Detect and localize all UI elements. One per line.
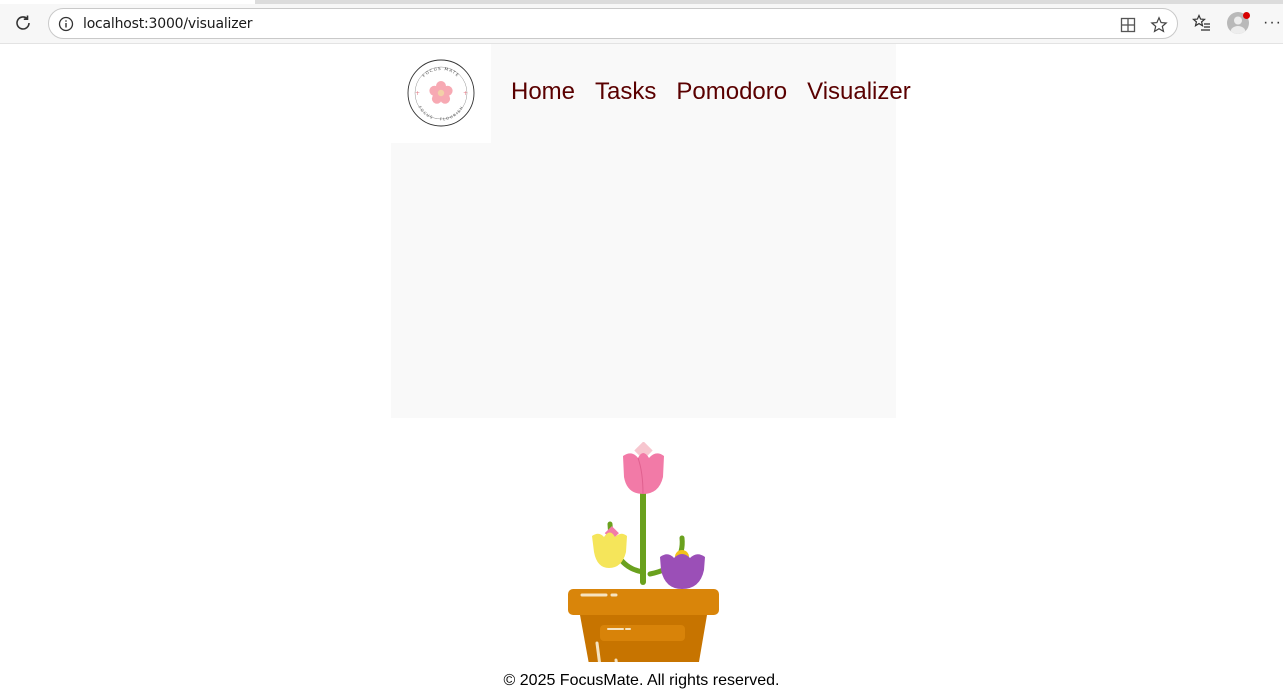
nav-pomodoro[interactable]: Pomodoro bbox=[676, 78, 787, 106]
yellow-tulip bbox=[592, 526, 627, 568]
svg-text:+: + bbox=[415, 90, 420, 97]
reload-icon[interactable] bbox=[13, 13, 33, 33]
app-icon[interactable] bbox=[1119, 16, 1137, 34]
nav-tasks[interactable]: Tasks bbox=[595, 78, 656, 106]
url-text[interactable]: localhost:3000/visualizer bbox=[83, 16, 253, 32]
logo-container[interactable]: FOCUS MATE FOCUS · FLOURISH + + bbox=[391, 44, 491, 143]
nav-visualizer[interactable]: Visualizer bbox=[807, 78, 911, 106]
star-icon[interactable] bbox=[1150, 16, 1168, 34]
focusmate-logo[interactable]: FOCUS MATE FOCUS · FLOURISH + + bbox=[406, 58, 476, 128]
info-icon[interactable] bbox=[58, 16, 74, 32]
footer-copyright: © 2025 FocusMate. All rights reserved. bbox=[503, 672, 780, 689]
favorites-icon[interactable] bbox=[1192, 13, 1212, 33]
address-bar[interactable]: localhost:3000/visualizer bbox=[48, 8, 1178, 39]
page: FOCUS MATE FOCUS · FLOURISH + + Home Tas… bbox=[0, 44, 1283, 690]
svg-text:+: + bbox=[463, 90, 468, 97]
purple-tulip bbox=[660, 550, 705, 589]
notification-dot bbox=[1243, 12, 1250, 19]
potted-flowers-illustration bbox=[568, 442, 719, 662]
nav-home[interactable]: Home bbox=[511, 78, 575, 106]
main-nav: Home Tasks Pomodoro Visualizer bbox=[511, 78, 911, 106]
browser-toolbar: localhost:3000/visualizer ··· bbox=[0, 0, 1283, 44]
active-tab-indicator bbox=[0, 0, 255, 4]
more-icon[interactable]: ··· bbox=[1263, 14, 1282, 32]
pink-tulip bbox=[623, 442, 664, 495]
